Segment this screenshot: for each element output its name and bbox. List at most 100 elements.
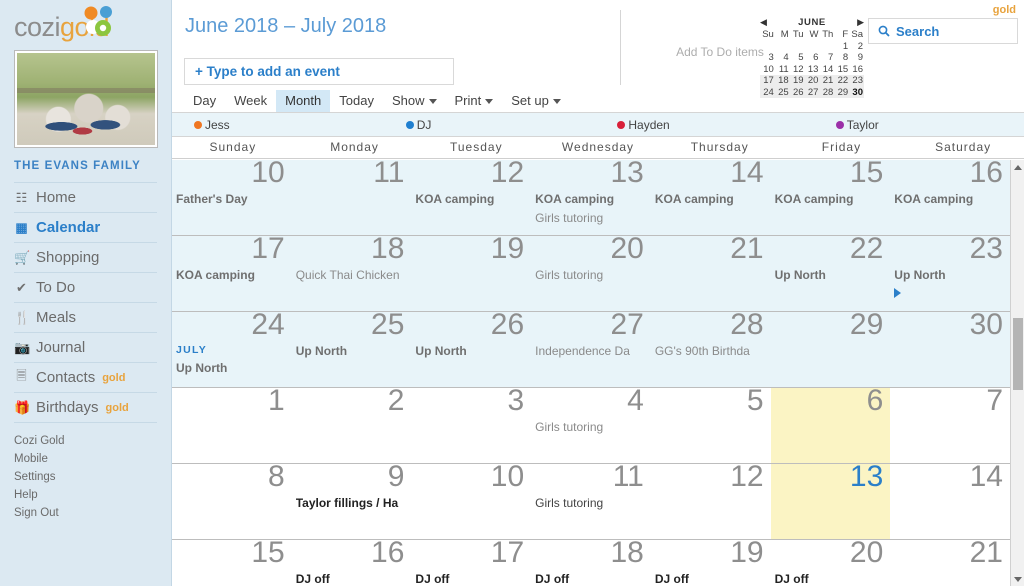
- day-number: 13: [610, 160, 644, 189]
- calendar-event[interactable]: Independence Da: [535, 342, 647, 361]
- legend-item-jess[interactable]: Jess: [194, 118, 230, 132]
- calendar-event[interactable]: DJ off: [655, 570, 767, 586]
- mini-calendar-day[interactable]: 25: [775, 87, 790, 99]
- weekday-tuesday: Tuesday: [449, 140, 503, 154]
- calendar-event[interactable]: Girls tutoring: [535, 209, 647, 228]
- legend-item-taylor[interactable]: Taylor: [835, 118, 879, 132]
- mini-calendar-day[interactable]: 24: [760, 87, 775, 99]
- event-continues-icon[interactable]: [894, 288, 902, 298]
- legend-item-hayden[interactable]: Hayden: [617, 118, 670, 132]
- mini-calendar-day[interactable]: 26: [790, 87, 805, 99]
- mini-calendar-day[interactable]: 28: [819, 87, 834, 99]
- calendar-event[interactable]: Up North: [415, 342, 527, 361]
- mini-calendar-day[interactable]: 11: [775, 64, 790, 76]
- mini-calendar-day[interactable]: 27: [805, 87, 820, 99]
- calendar-event[interactable]: KOA camping: [894, 190, 1006, 209]
- view-month-button[interactable]: Month: [276, 90, 331, 112]
- mini-calendar-day[interactable]: 1: [834, 41, 849, 53]
- calendar-event[interactable]: KOA camping: [535, 190, 647, 209]
- mini-calendar-day[interactable]: 10: [760, 64, 775, 76]
- print-menu-button[interactable]: Print: [446, 90, 503, 112]
- calendar-scrollbar[interactable]: [1010, 160, 1024, 586]
- calendar-event[interactable]: DJ off: [296, 570, 408, 586]
- mini-calendar-day[interactable]: 8: [834, 52, 849, 64]
- view-today-button[interactable]: Today: [330, 90, 383, 112]
- mini-calendar-day[interactable]: 4: [775, 52, 790, 64]
- scroll-up-icon[interactable]: [1011, 160, 1024, 174]
- calendar-event[interactable]: Girls tutoring: [535, 266, 647, 285]
- prev-month-icon[interactable]: ◀: [760, 18, 767, 27]
- mini-calendar-day[interactable]: 14: [819, 64, 834, 76]
- family-photo[interactable]: [14, 50, 158, 148]
- sidebar-item-contacts[interactable]: 🗏 Contacts gold: [14, 363, 157, 393]
- show-menu-button[interactable]: Show: [383, 90, 446, 112]
- next-month-icon[interactable]: ▶: [857, 18, 864, 27]
- calendar-event[interactable]: KOA camping: [415, 190, 527, 209]
- mini-calendar-day[interactable]: 21: [819, 75, 834, 87]
- cozi-gold-logo[interactable]: cozigold: [14, 0, 157, 48]
- legend-item-dj[interactable]: DJ: [405, 118, 431, 132]
- mini-calendar-day[interactable]: 13: [805, 64, 820, 76]
- mini-calendar-day[interactable]: 17: [760, 75, 775, 87]
- mini-calendar-day[interactable]: 5: [790, 52, 805, 64]
- mini-calendar-day[interactable]: 7: [819, 52, 834, 64]
- view-day-button[interactable]: Day: [184, 90, 225, 112]
- mini-calendar-day[interactable]: 29: [834, 87, 849, 99]
- sidebar-item-todo[interactable]: ✔ To Do: [14, 273, 157, 303]
- calendar-event[interactable]: Taylor fillings / Ha: [296, 494, 408, 513]
- calendar-event[interactable]: Up North: [176, 359, 288, 378]
- calendar-event[interactable]: KOA camping: [176, 266, 288, 285]
- day-number: 7: [986, 384, 1003, 417]
- sublink-mobile[interactable]: Mobile: [14, 450, 157, 468]
- calendar-event[interactable]: DJ off: [775, 570, 887, 586]
- calendar-weeks: 10 11 12 13 14 15 16 Father's Day KOA camping KOA…: [172, 160, 1010, 586]
- mini-calendar-day[interactable]: 15: [834, 64, 849, 76]
- calendar-event[interactable]: KOA camping: [655, 190, 767, 209]
- mini-calendar-day[interactable]: 2: [849, 41, 864, 53]
- search-input[interactable]: Search: [868, 18, 1018, 44]
- sublink-settings[interactable]: Settings: [14, 468, 157, 486]
- calendar-event[interactable]: Up North: [775, 266, 887, 285]
- sublink-help[interactable]: Help: [14, 486, 157, 504]
- mini-calendar-day[interactable]: 3: [760, 52, 775, 64]
- calendar-event[interactable]: Up North: [296, 342, 408, 361]
- mini-calendar-day[interactable]: 9: [849, 52, 864, 64]
- mini-calendar-day[interactable]: 16: [849, 64, 864, 76]
- scrollbar-thumb[interactable]: [1013, 318, 1023, 390]
- calendar-event[interactable]: GG's 90th Birthda: [655, 342, 767, 361]
- view-week-button[interactable]: Week: [225, 90, 276, 112]
- mini-calendar-day[interactable]: 19: [790, 75, 805, 87]
- sidebar-item-journal[interactable]: 📷 Journal: [14, 333, 157, 363]
- calendar-event[interactable]: KOA camping: [775, 190, 887, 209]
- calendar-event[interactable]: Up North: [894, 266, 1006, 285]
- sidebar-item-meals[interactable]: 🍴 Meals: [14, 303, 157, 333]
- mini-calendar-day[interactable]: 23: [849, 75, 864, 87]
- calendar-event[interactable]: DJ off: [535, 570, 647, 586]
- scroll-down-icon[interactable]: [1011, 572, 1024, 586]
- sublink-sign-out[interactable]: Sign Out: [14, 504, 157, 522]
- sidebar-item-shopping[interactable]: 🛒 Shopping: [14, 243, 157, 273]
- calendar-event[interactable]: DJ off: [415, 570, 527, 586]
- mini-calendar-day[interactable]: 30: [849, 87, 864, 99]
- add-event-input[interactable]: + Type to add an event: [184, 58, 454, 85]
- calendar-event[interactable]: Girls tutoring: [535, 494, 647, 513]
- calendar-event[interactable]: Girls tutoring: [535, 418, 647, 437]
- show-menu-label: Show: [391, 93, 425, 108]
- sidebar-item-calendar[interactable]: ▦ Calendar: [14, 213, 157, 243]
- mini-calendar-day[interactable]: 6: [805, 52, 820, 64]
- sidebar-item-home[interactable]: ☷ Home: [14, 183, 157, 213]
- sublink-cozi-gold[interactable]: Cozi Gold: [14, 432, 157, 450]
- mini-calendar-day[interactable]: 18: [775, 75, 790, 87]
- calendar-event[interactable]: Father's Day: [176, 190, 288, 209]
- weekday-wednesday: Wednesday: [561, 140, 635, 154]
- day-number: 28: [730, 308, 764, 341]
- sidebar-item-birthdays[interactable]: 🎁 Birthdays gold: [14, 393, 157, 423]
- day-events: KOA camping: [411, 190, 531, 228]
- weekday-saturday: Saturday: [935, 140, 992, 154]
- setup-menu-button[interactable]: Set up: [502, 90, 570, 112]
- mini-calendar-day[interactable]: 20: [805, 75, 820, 87]
- calendar-event[interactable]: Quick Thai Chicken: [296, 266, 408, 285]
- mini-calendar-day[interactable]: 12: [790, 64, 805, 76]
- mini-calendar-day[interactable]: 22: [834, 75, 849, 87]
- family-legend: Jess DJ Hayden Taylor: [172, 113, 1024, 137]
